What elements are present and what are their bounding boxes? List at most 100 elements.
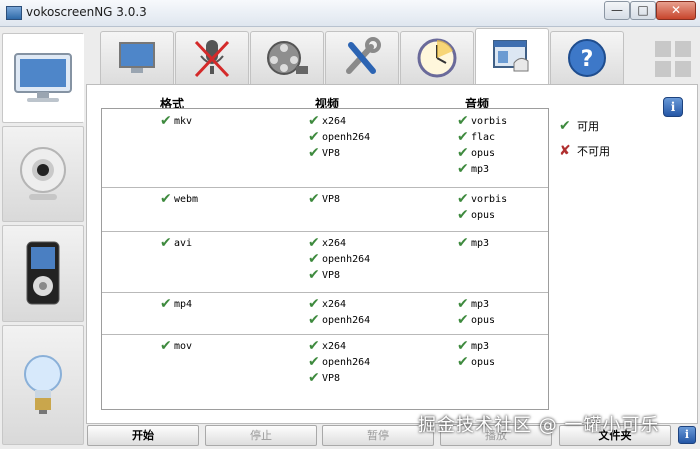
check-icon: ✔: [160, 338, 172, 354]
audio-codec-item: ✔ vorbis: [457, 191, 507, 207]
video-codec-item: ✔ x264: [308, 235, 370, 251]
check-icon: ✔: [308, 113, 320, 129]
tab-audio[interactable]: [175, 31, 249, 84]
table-row: ✔ mp4 ✔ x264 ✔ openh264 ✔ mp3 ✔ opus: [102, 292, 548, 335]
audio-codec-label: opus: [471, 314, 496, 326]
check-icon: ✔: [559, 118, 571, 134]
audio-codec-item: ✔ opus: [457, 354, 495, 370]
table-row: ✔ mov ✔ x264 ✔ openh264 ✔ VP8 ✔ mp3 ✔ opus: [102, 334, 548, 409]
sidebar-item-camera[interactable]: [2, 126, 84, 222]
check-icon: ✔: [457, 113, 469, 129]
video-codec-item: ✔ openh264: [308, 312, 370, 328]
audio-codec-item: ✔ opus: [457, 312, 495, 328]
check-icon: ✔: [457, 338, 469, 354]
check-icon: ✔: [457, 191, 469, 207]
audio-codec-item: ✔ vorbis: [457, 113, 507, 129]
audio-codec-label: mp3: [471, 298, 490, 310]
audio-codec-item: ✔ mp3: [457, 235, 489, 251]
audio-codec-label: opus: [471, 356, 496, 368]
timer-clock-icon: [417, 38, 457, 78]
format-label: webm: [174, 193, 199, 205]
check-icon: ✔: [160, 235, 172, 251]
check-icon: ✔: [160, 113, 172, 129]
check-icon: ✔: [308, 145, 320, 161]
tab-misc[interactable]: [325, 31, 399, 84]
check-icon: ✔: [308, 267, 320, 283]
video-codec-label: VP8: [322, 147, 341, 159]
tab-codecs[interactable]: [475, 28, 549, 85]
check-icon: ✔: [457, 145, 469, 161]
sidebar: [0, 27, 86, 449]
title-bar: vokoscreenNG 3.0.3 — □ ✕: [0, 0, 700, 27]
info-icon[interactable]: i: [663, 97, 683, 117]
check-icon: ✔: [308, 354, 320, 370]
video-codec-item: ✔ VP8: [308, 191, 340, 207]
check-icon: ✔: [308, 338, 320, 354]
video-codec-item: ✔ x264: [308, 113, 370, 129]
check-icon: ✔: [457, 354, 469, 370]
audio-codec-label: opus: [471, 209, 496, 221]
format-label: avi: [174, 237, 193, 249]
sidebar-item-player[interactable]: [2, 225, 84, 322]
audio-codec-item: ✔ mp3: [457, 296, 495, 312]
cross-icon: ✘: [559, 143, 571, 159]
audio-codec-item: ✔ mp3: [457, 338, 495, 354]
audio-codec-label: mp3: [471, 237, 490, 249]
audio-codec-label: mp3: [471, 163, 490, 175]
legend-unavailable-label: 不可用: [577, 145, 610, 158]
format-cell: ✔ mp4: [160, 296, 192, 312]
check-icon: ✔: [457, 312, 469, 328]
maximize-button[interactable]: □: [630, 1, 656, 20]
tab-video[interactable]: [250, 31, 324, 84]
table-row: ✔ avi ✔ x264 ✔ openh264 ✔ VP8 ✔ mp3: [102, 231, 548, 293]
check-icon: ✔: [457, 129, 469, 145]
format-item: ✔ mkv: [160, 113, 192, 129]
layout-grid-icon[interactable]: [655, 41, 691, 77]
video-codec-label: openh264: [322, 314, 371, 326]
check-icon: ✔: [160, 296, 172, 312]
audio-codec-cell: ✔ mp3 ✔ opus: [457, 338, 495, 370]
video-codec-item: ✔ openh264: [308, 251, 370, 267]
sidebar-item-screen[interactable]: [2, 33, 84, 123]
video-codec-item: ✔ openh264: [308, 354, 370, 370]
sidebar-item-about[interactable]: [2, 325, 84, 445]
tab-screen[interactable]: [100, 31, 174, 84]
audio-codec-item: ✔ flac: [457, 129, 507, 145]
video-codec-cell: ✔ VP8: [308, 191, 340, 207]
tab-timer[interactable]: [400, 31, 474, 84]
format-cell: ✔ mkv: [160, 113, 192, 129]
video-codec-label: openh264: [322, 356, 371, 368]
video-codec-label: x264: [322, 237, 347, 249]
check-icon: ✔: [308, 370, 320, 386]
format-cell: ✔ webm: [160, 191, 198, 207]
tab-help[interactable]: ?: [550, 31, 624, 84]
format-item: ✔ webm: [160, 191, 198, 207]
minimize-button[interactable]: —: [604, 1, 630, 20]
monitor-icon: [14, 53, 72, 102]
video-codec-item: ✔ x264: [308, 338, 370, 354]
table-row: ✔ mkv ✔ x264 ✔ openh264 ✔ VP8 ✔ vorbis ✔ flac ✔ opus ✔…: [102, 109, 548, 188]
audio-codec-cell: ✔ mp3: [457, 235, 489, 251]
audio-codec-label: opus: [471, 147, 496, 159]
check-icon: ✔: [308, 296, 320, 312]
close-button[interactable]: ✕: [656, 1, 696, 20]
codecs-tab-icon: [493, 40, 529, 72]
format-label: mp4: [174, 298, 193, 310]
tools-icon: [346, 37, 381, 74]
tab-bar: ?: [86, 27, 700, 85]
video-codec-label: VP8: [322, 372, 341, 384]
legend-available: ✔ 可用: [559, 118, 599, 134]
video-codec-label: openh264: [322, 253, 371, 265]
audio-codec-label: mp3: [471, 340, 490, 352]
start-button[interactable]: 开始: [87, 425, 199, 446]
stop-button[interactable]: 停止: [205, 425, 317, 446]
film-reel-icon: [267, 41, 308, 75]
video-codec-label: x264: [322, 298, 347, 310]
svg-text:?: ?: [581, 47, 594, 72]
info-icon-small[interactable]: i: [678, 426, 696, 444]
video-codec-label: x264: [322, 115, 347, 127]
check-icon: ✔: [160, 191, 172, 207]
webcam-icon: [20, 147, 66, 200]
no-microphone-icon: [194, 40, 230, 78]
check-icon: ✔: [457, 207, 469, 223]
